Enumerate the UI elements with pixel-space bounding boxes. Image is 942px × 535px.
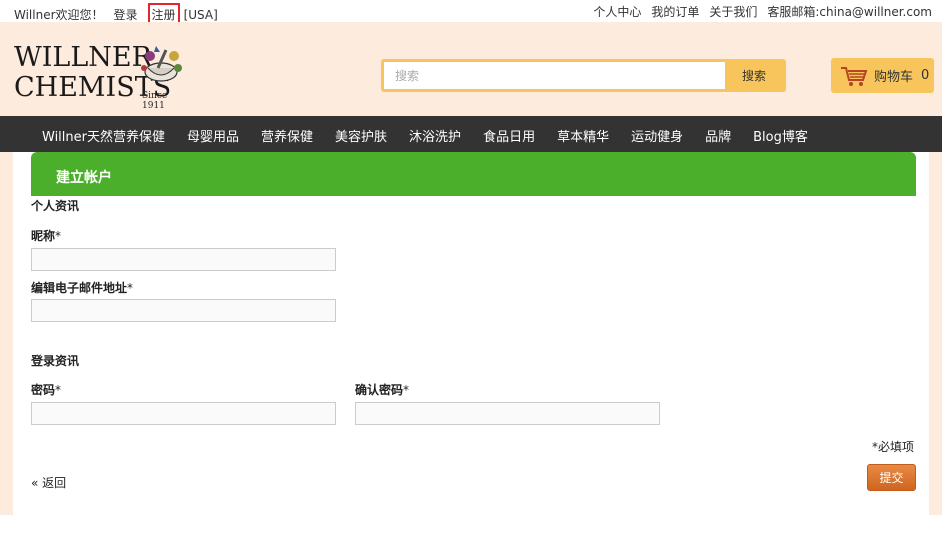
email-label: 编辑电子邮件地址* (31, 279, 133, 296)
confirm-password-label: 确认密码* (355, 381, 409, 398)
search-input[interactable] (384, 62, 725, 89)
nav-item-bath[interactable]: 沐浴洗护 (409, 126, 461, 145)
login-link[interactable]: 登录 (114, 6, 138, 23)
support-email: 客服邮箱:china@willner.com (767, 3, 932, 20)
mortar-pestle-icon (141, 46, 182, 82)
nav-item-baby[interactable]: 母婴用品 (187, 126, 239, 145)
password-label-text: 密码 (31, 383, 56, 397)
login-info-heading: 登录资讯 (31, 354, 80, 368)
welcome-text: Willner欢迎您！ (14, 8, 104, 22)
site-logo[interactable]: WILLNER CHEMISTS Since 1911 (14, 42, 189, 111)
submit-button[interactable]: 提交 (867, 464, 916, 491)
cart-count: 0 (921, 68, 930, 83)
main-nav: Willner天然营养保健 母婴用品 营养保健 美容护肤 沐浴洗护 食品日用 草… (0, 116, 942, 152)
email-input[interactable] (31, 299, 336, 322)
orders-link[interactable]: 我的订单 (651, 3, 699, 20)
email-label-text: 编辑电子邮件地址 (31, 281, 128, 295)
page-side-left (0, 152, 13, 515)
nav-item-beauty[interactable]: 美容护肤 (335, 126, 387, 145)
form-title: 建立帐户 (56, 170, 112, 186)
logo-since: Since 1911 (142, 91, 168, 111)
back-link[interactable]: « 返回 (31, 474, 66, 491)
cart-label: 购物车 (874, 70, 914, 85)
nickname-label-text: 昵称 (31, 229, 56, 243)
required-mark: * (55, 229, 62, 243)
about-link[interactable]: 关于我们 (709, 3, 757, 20)
site-header: WILLNER CHEMISTS Since 1911 搜索 购物车 0 (0, 22, 942, 116)
required-mark: * (403, 383, 410, 397)
nav-item-blog[interactable]: Blog博客 (753, 126, 808, 145)
support-email-address[interactable]: china@willner.com (819, 5, 932, 19)
confirm-password-label-text: 确认密码 (355, 383, 404, 397)
page-side-right (929, 152, 942, 515)
region-selector[interactable]: [USA] (184, 8, 218, 22)
form-header: 建立帐户 (31, 152, 916, 196)
cart-button[interactable]: 购物车 0 (831, 58, 934, 93)
support-email-label: 客服邮箱: (767, 5, 820, 19)
nav-item-nutrition[interactable]: 营养保健 (261, 126, 313, 145)
nickname-input[interactable] (31, 248, 336, 271)
required-note: *必填项 (872, 440, 915, 454)
nav-item-food[interactable]: 食品日用 (483, 126, 535, 145)
nav-item-willner[interactable]: Willner天然营养保健 (42, 126, 165, 145)
password-input[interactable] (31, 402, 336, 425)
logo-line1: WILLNER (14, 42, 152, 73)
nav-item-herbal[interactable]: 草本精华 (557, 126, 609, 145)
password-label: 密码* (31, 381, 61, 398)
confirm-password-input[interactable] (355, 402, 660, 425)
nav-item-brands[interactable]: 品牌 (705, 126, 731, 145)
nav-item-sports[interactable]: 运动健身 (631, 126, 683, 145)
required-mark: * (55, 383, 62, 397)
account-link[interactable]: 个人中心 (593, 3, 641, 20)
personal-info-heading: 个人资讯 (31, 199, 80, 213)
top-bar: Willner欢迎您！ 登录 注册 [USA] 个人中心 我的订单 关于我们 客… (0, 0, 942, 26)
nickname-label: 昵称* (31, 227, 61, 244)
shopping-cart-icon (841, 66, 868, 86)
search-button[interactable]: 搜索 (725, 62, 783, 89)
search-bar: 搜索 (381, 59, 786, 92)
required-mark: * (127, 281, 134, 295)
